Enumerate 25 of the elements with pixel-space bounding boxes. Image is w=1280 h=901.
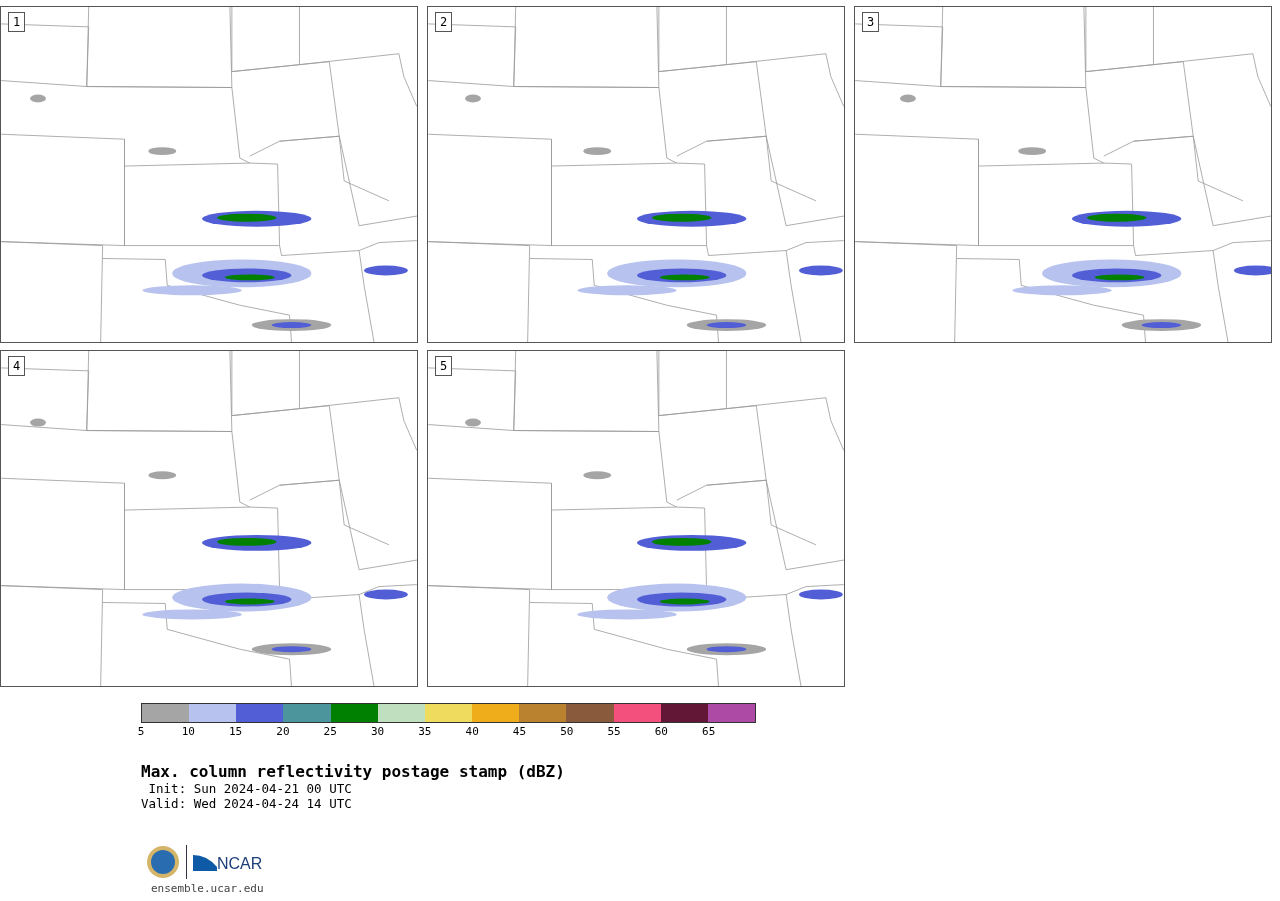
valid-time: Valid: Wed 2024-04-24 14 UTC [141,796,353,811]
colorbar-tick-label: 10 [181,726,195,738]
logo-text: NCAR [217,855,263,873]
panel-number: 4 [8,356,26,376]
colorbar-tick-label: 60 [654,726,668,738]
colorbar-tick-label: 5 [137,726,145,738]
colorbar-tick-label: 65 [702,726,716,738]
colorbar-tick-label: 40 [465,726,479,738]
panel-number: 3 [862,12,880,32]
panel-number: 5 [435,356,453,376]
colorbar-tick-label: 45 [512,726,527,738]
panel-number: 1 [8,12,26,32]
seal-logo-icon [146,845,180,879]
panel-number: 2 [435,12,453,32]
init-time: Init: Sun 2024-04-21 00 UTC [147,781,353,796]
colorbar-tick-label: 50 [560,726,574,738]
colorbar-tick-label: 25 [323,726,337,738]
website-url: ensemble.ucar.edu [151,883,265,895]
colorbar-tick-label: 15 [229,726,243,738]
swoosh-logo-icon [193,853,217,871]
colorbar-tick-label: 35 [418,726,432,738]
colorbar-tick-label: 55 [607,726,621,738]
colorbar-tick-label: 20 [276,726,290,738]
chart-title: Max. column reflectivity postage stamp (dBZ) [141,763,566,781]
colorbar-tick-label: 30 [370,726,385,738]
